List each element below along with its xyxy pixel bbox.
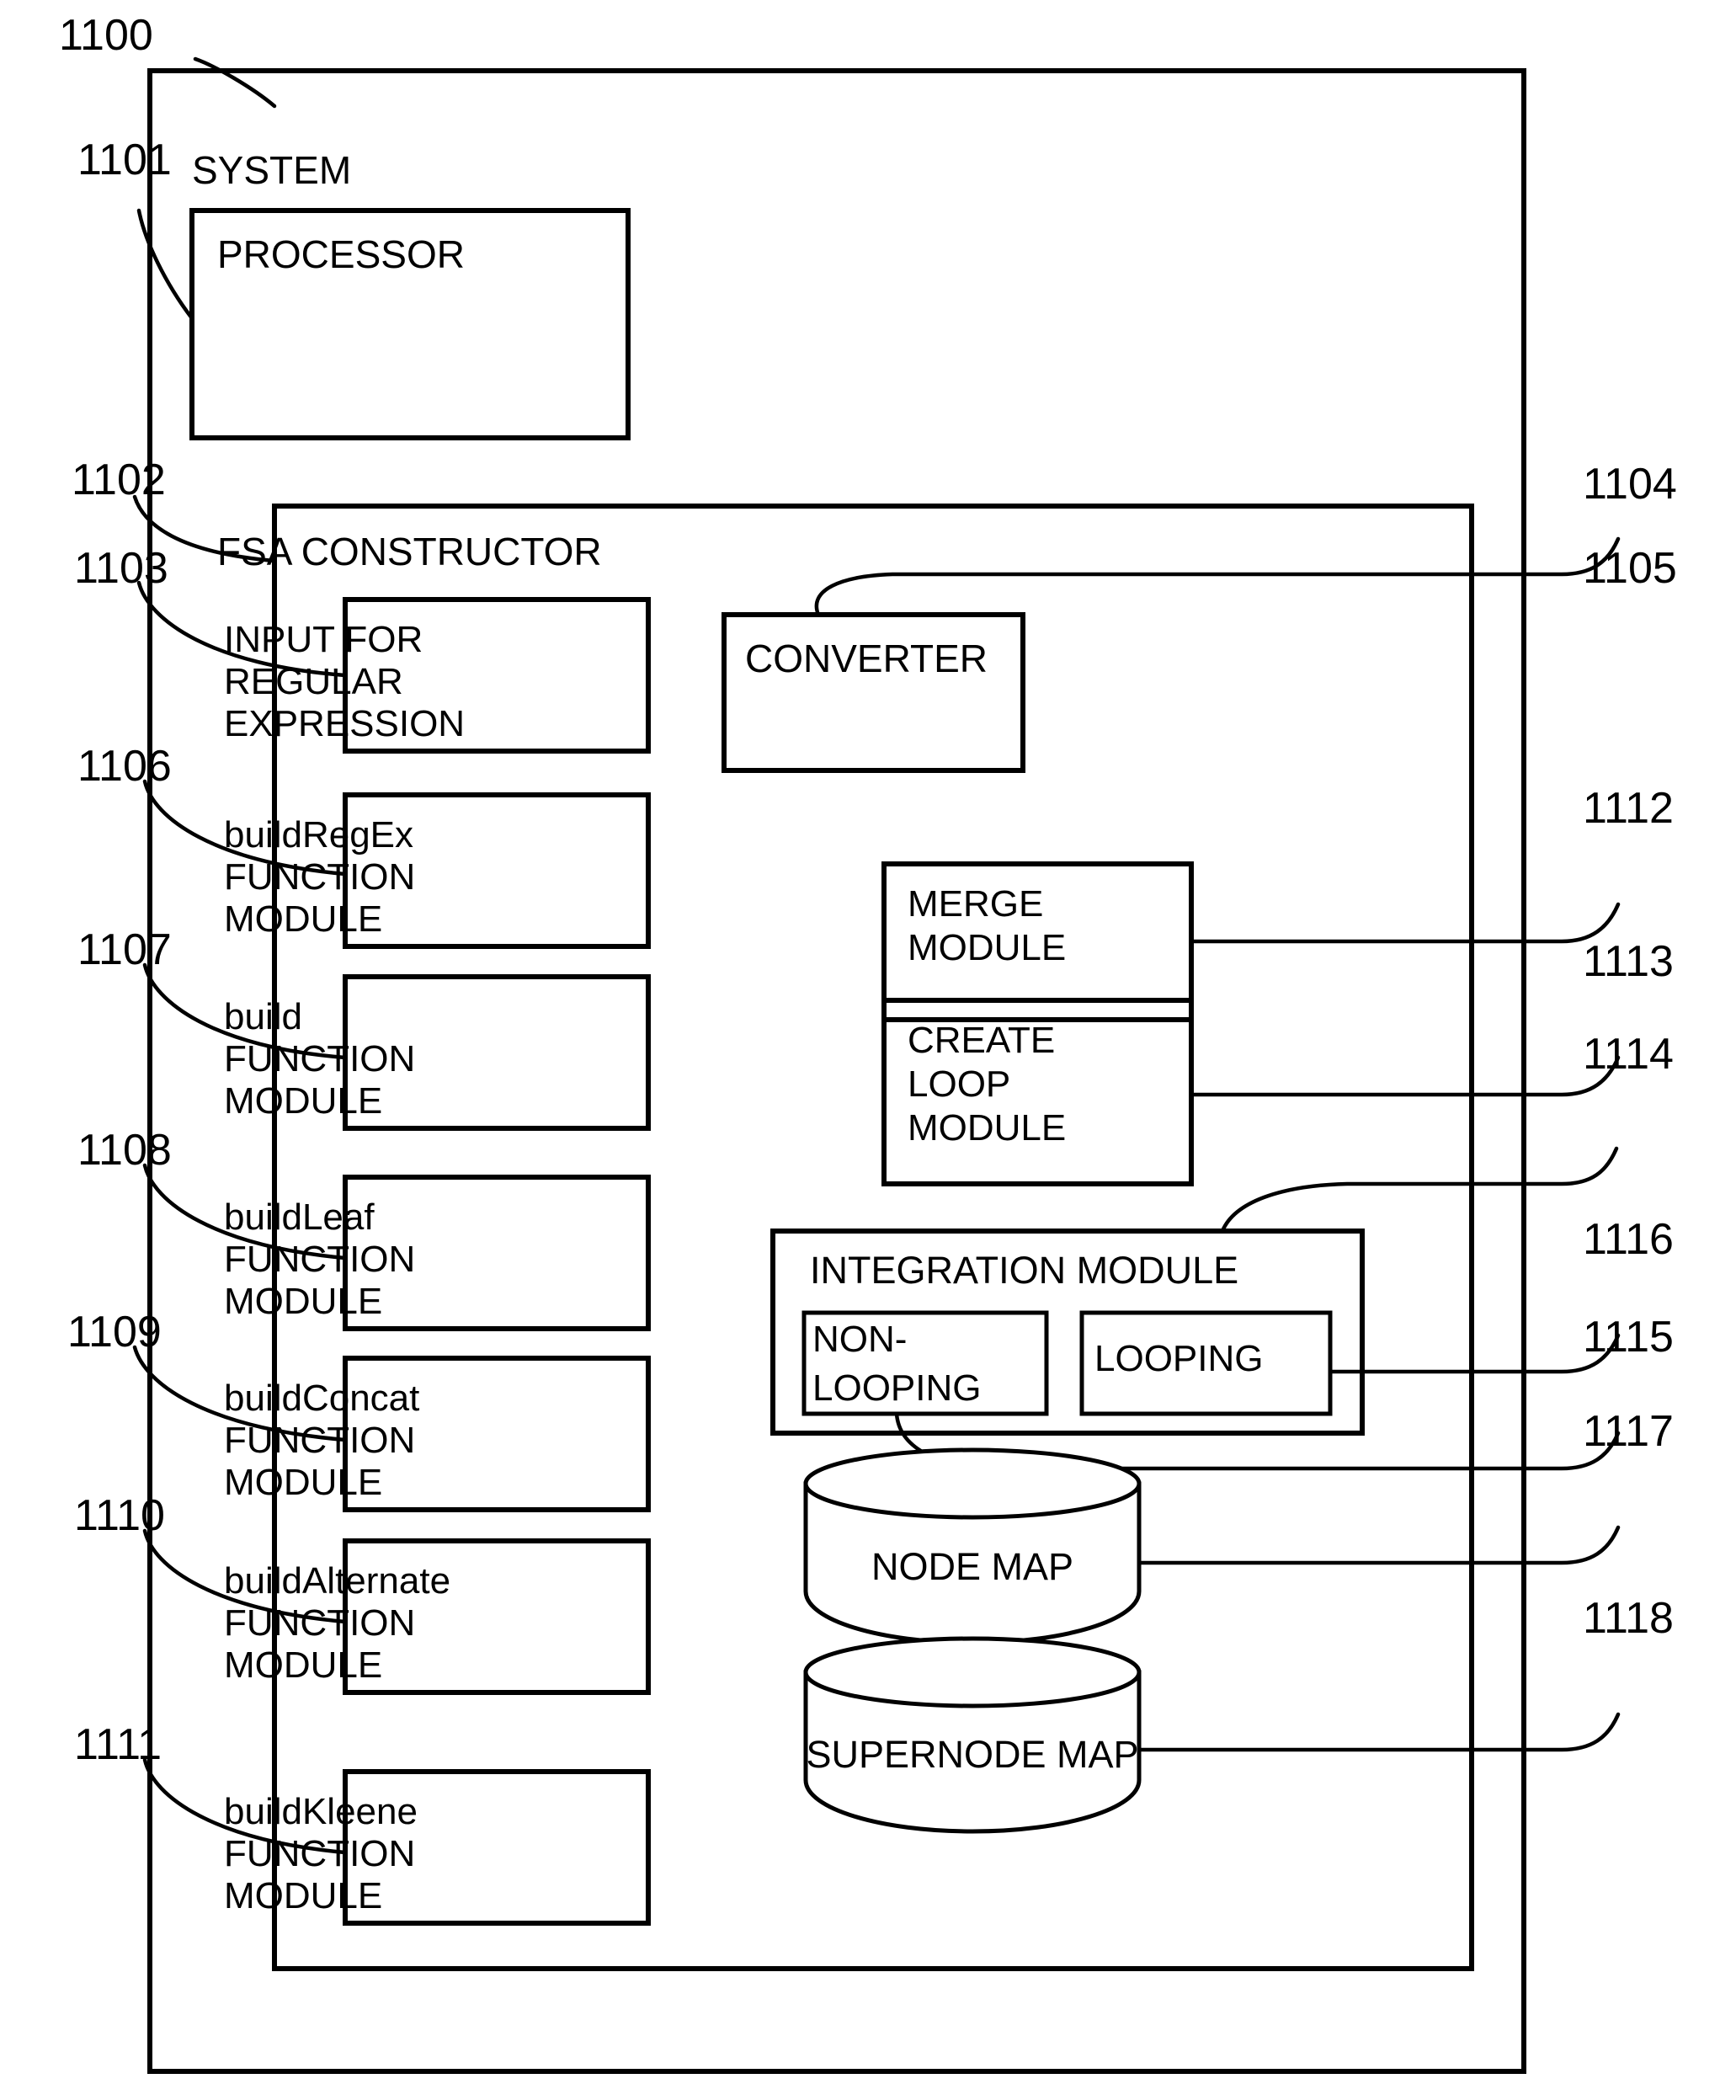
build-concat-line-2: FUNCTION	[224, 1420, 416, 1461]
integration-module-title: INTEGRATION MODULE	[810, 1249, 1239, 1292]
input-regex-line-2: REGULAR	[224, 661, 403, 702]
ref-1115: 1115	[1583, 1313, 1674, 1362]
merge-module-label: MERGE MODULE	[908, 882, 1066, 970]
ref-1102: 1102	[72, 456, 166, 504]
build-concat-line-1: buildConcat	[224, 1378, 420, 1419]
build-regex-line-3: MODULE	[224, 898, 383, 940]
input-regex-label: INPUT FOR REGULAR EXPRESSION	[224, 619, 465, 745]
build-concat-label: buildConcat FUNCTION MODULE	[224, 1378, 419, 1504]
ref-1112: 1112	[1583, 784, 1674, 833]
input-regex-line-1: INPUT FOR	[224, 619, 423, 660]
ref-1103: 1103	[74, 544, 168, 593]
node-map-label: NODE MAP	[871, 1545, 1074, 1588]
ref-1111: 1111	[74, 1720, 162, 1769]
build-leaf-label: buildLeaf FUNCTION MODULE	[224, 1197, 415, 1323]
ref-1101: 1101	[77, 136, 172, 184]
build-alternate-label: buildAlternate FUNCTION MODULE	[224, 1560, 450, 1687]
ref-1113: 1113	[1583, 937, 1674, 986]
supernode-map-label: SUPERNODE MAP	[806, 1733, 1139, 1776]
ref-1118: 1118	[1583, 1594, 1674, 1643]
build-regex-label: buildRegEx FUNCTION MODULE	[224, 814, 415, 941]
leader-1114	[1220, 1146, 1619, 1234]
looping-line-1: LOOPING	[1094, 1338, 1264, 1379]
ref-1106: 1106	[77, 742, 172, 791]
build-alternate-line-2: FUNCTION	[224, 1602, 416, 1644]
create-loop-line-3: MODULE	[908, 1107, 1067, 1149]
build-label: build FUNCTION MODULE	[224, 996, 415, 1122]
ref-1100: 1100	[59, 11, 153, 60]
leader-1112	[1189, 902, 1621, 944]
non-looping-line-1: NON-	[812, 1319, 908, 1360]
ref-1117: 1117	[1583, 1407, 1674, 1456]
build-kleene-label: buildKleene FUNCTION MODULE	[224, 1791, 418, 1917]
build-leaf-line-1: buildLeaf	[224, 1197, 375, 1238]
leader-1113	[1189, 1055, 1621, 1097]
build-concat-line-3: MODULE	[224, 1462, 383, 1503]
merge-module-line-2: MODULE	[908, 927, 1067, 968]
ref-1107: 1107	[77, 925, 172, 974]
leader-1101	[136, 208, 194, 321]
converter-line-1: CONVERTER	[745, 637, 988, 680]
build-line-3: MODULE	[224, 1080, 383, 1122]
ref-1109: 1109	[67, 1308, 162, 1356]
looping-label: LOOPING	[1094, 1335, 1264, 1383]
fsa-constructor-title: FSA CONSTRUCTOR	[217, 530, 602, 573]
non-looping-label: NON- LOOPING	[812, 1315, 982, 1413]
ref-1116: 1116	[1583, 1215, 1674, 1264]
patent-figure: SYSTEM PROCESSOR FSA CONSTRUCTOR INPUT F…	[0, 0, 1736, 2100]
build-line-1: build	[224, 996, 302, 1037]
leader-1104	[814, 536, 1621, 617]
leader-1117	[1137, 1525, 1621, 1565]
build-leaf-line-3: MODULE	[224, 1281, 383, 1322]
create-loop-line-2: LOOP	[908, 1063, 1011, 1105]
create-loop-module-label: CREATE LOOP MODULE	[908, 1019, 1066, 1150]
build-leaf-line-2: FUNCTION	[224, 1239, 416, 1280]
leader-1100	[193, 56, 277, 109]
build-kleene-line-3: MODULE	[224, 1875, 383, 1916]
merge-module-line-1: MERGE	[908, 883, 1044, 925]
ref-1105: 1105	[1583, 544, 1677, 593]
build-kleene-line-2: FUNCTION	[224, 1833, 416, 1874]
system-title: SYSTEM	[192, 148, 352, 192]
converter-label: CONVERTER	[745, 637, 988, 680]
ref-1104: 1104	[1583, 460, 1677, 509]
leader-1118	[1137, 1712, 1621, 1752]
build-kleene-line-1: buildKleene	[224, 1791, 418, 1832]
ref-1108: 1108	[77, 1126, 172, 1175]
build-alternate-line-1: buildAlternate	[224, 1560, 451, 1602]
input-regex-line-3: EXPRESSION	[224, 703, 466, 744]
processor-title: PROCESSOR	[217, 232, 465, 276]
non-looping-line-2: LOOPING	[812, 1367, 982, 1409]
create-loop-line-1: CREATE	[908, 1020, 1056, 1061]
build-alternate-line-3: MODULE	[224, 1644, 383, 1686]
build-regex-line-1: buildRegEx	[224, 814, 414, 855]
ref-1110: 1110	[74, 1491, 165, 1540]
build-line-2: FUNCTION	[224, 1038, 416, 1079]
build-regex-line-2: FUNCTION	[224, 856, 416, 898]
ref-1114: 1114	[1583, 1030, 1674, 1079]
